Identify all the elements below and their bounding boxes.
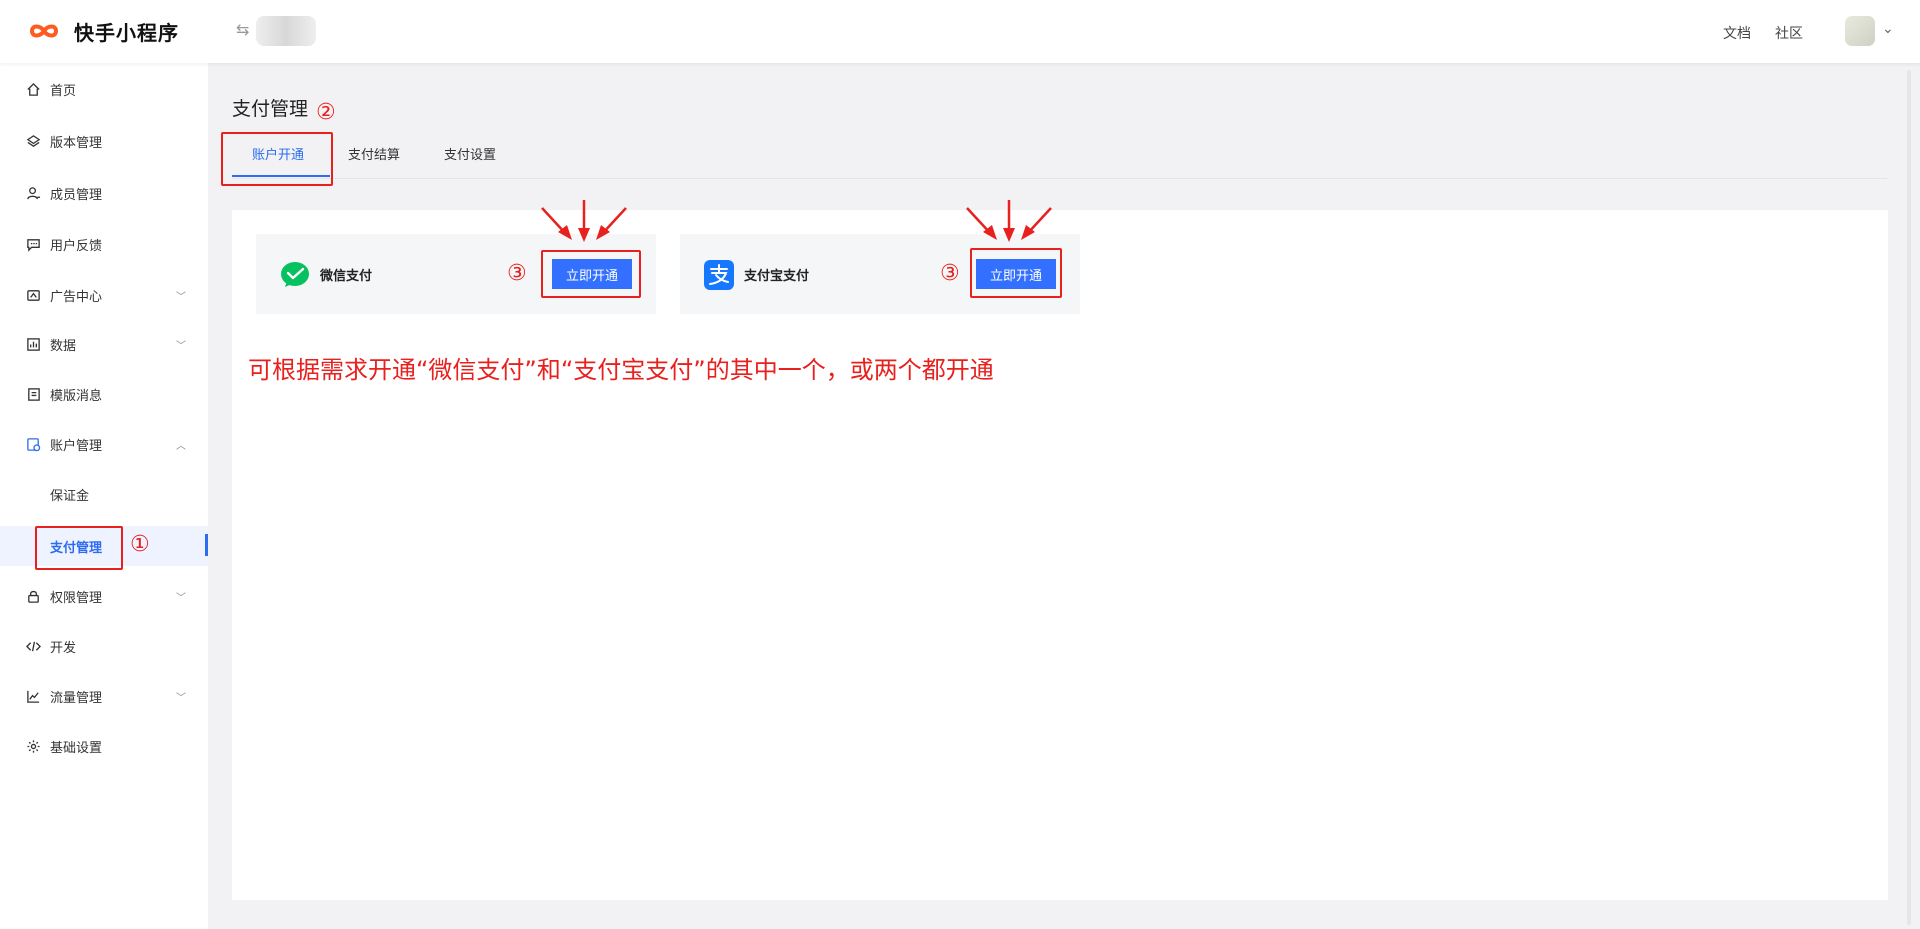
- layers-icon: [25, 133, 41, 149]
- user-icon: [25, 185, 41, 201]
- docs-link[interactable]: 文档: [1723, 23, 1751, 43]
- page-title: 支付管理: [232, 98, 309, 120]
- tab-settlement[interactable]: 支付结算: [348, 144, 400, 163]
- sidebar-item-permissions[interactable]: 权限管理 ﹀: [0, 576, 208, 616]
- payment-name: 微信支付: [320, 269, 373, 284]
- brand-name: 快手小程序: [74, 20, 179, 45]
- sidebar: 首页 版本管理 成员管理 用户反馈 广告中心 ﹀ 数据 ﹀ 模版消息 账户管理 …: [0, 63, 208, 929]
- trend-icon: [25, 688, 41, 704]
- sidebar-item-template[interactable]: 模版消息: [0, 374, 208, 414]
- sidebar-item-label: 流量管理: [50, 690, 103, 706]
- account-icon: [25, 436, 41, 452]
- sidebar-item-label: 保证金: [50, 488, 90, 504]
- chevron-down-icon: ﹀: [176, 340, 186, 352]
- sidebar-item-label: 首页: [50, 83, 77, 99]
- sidebar-item-label: 用户反馈: [50, 238, 103, 254]
- sidebar-item-home[interactable]: 首页: [0, 69, 208, 109]
- sidebar-item-label: 版本管理: [50, 135, 103, 151]
- top-header: 快手小程序 ⇆ 文档 社区 ⌄: [0, 0, 1920, 63]
- home-icon: [25, 81, 41, 97]
- annotation-box-alipay-button: [970, 248, 1062, 298]
- payment-name: 支付宝支付: [744, 269, 810, 284]
- sidebar-item-data[interactable]: 数据 ﹀: [0, 324, 208, 364]
- annotation-marker-2: ②: [316, 100, 336, 125]
- sidebar-item-label: 权限管理: [50, 590, 103, 606]
- sidebar-item-ads[interactable]: 广告中心 ﹀: [0, 275, 208, 315]
- app-avatar[interactable]: [256, 16, 316, 46]
- sidebar-item-members[interactable]: 成员管理: [0, 173, 208, 213]
- alipay-icon: [704, 260, 734, 290]
- chevron-down-icon: ﹀: [176, 592, 186, 604]
- annotation-box-wechat-button: [541, 250, 641, 298]
- annotation-arrows-alipay: [966, 200, 1052, 242]
- sidebar-item-account[interactable]: 账户管理 ︿: [0, 424, 208, 464]
- kuaishou-logo-icon: [30, 24, 58, 38]
- tab-payment-settings[interactable]: 支付设置: [444, 144, 496, 163]
- vertical-scrollbar[interactable]: [1907, 70, 1911, 925]
- wechat-pay-icon: [281, 262, 309, 287]
- chevron-down-icon[interactable]: ⌄: [1882, 21, 1894, 37]
- chevron-down-icon: ﹀: [176, 291, 186, 303]
- gear-icon: [25, 738, 41, 754]
- annotation-marker-3a: ③: [507, 261, 527, 286]
- sidebar-item-develop[interactable]: 开发: [0, 626, 208, 666]
- tab-bar: 账户开通 支付结算 支付设置: [232, 134, 1887, 179]
- sidebar-item-version[interactable]: 版本管理: [0, 121, 208, 161]
- sidebar-item-label: 广告中心: [50, 289, 103, 305]
- logo[interactable]: 快手小程序: [28, 16, 179, 46]
- sidebar-item-label: 基础设置: [50, 740, 103, 756]
- ad-icon: [25, 287, 41, 303]
- template-icon: [25, 386, 41, 402]
- annotation-note: 可根据需求开通“微信支付”和“支付宝支付”的其中一个，或两个都开通: [248, 356, 994, 384]
- annotation-box-sidebar: [35, 526, 123, 570]
- sidebar-item-label: 开发: [50, 640, 77, 656]
- sidebar-item-label: 数据: [50, 338, 77, 354]
- community-link[interactable]: 社区: [1775, 23, 1803, 43]
- code-icon: [25, 638, 41, 654]
- switch-app-icon[interactable]: ⇆: [236, 20, 249, 39]
- sidebar-item-traffic[interactable]: 流量管理 ﹀: [0, 676, 208, 716]
- chevron-up-icon: ︿: [176, 440, 186, 452]
- annotation-marker-1: ①: [130, 532, 150, 557]
- annotation-arrows-wechat: [541, 200, 627, 242]
- annotation-marker-3b: ③: [940, 261, 960, 286]
- sidebar-item-label: 模版消息: [50, 388, 103, 404]
- active-indicator: [205, 534, 208, 556]
- user-avatar[interactable]: [1845, 16, 1875, 46]
- sidebar-item-label: 成员管理: [50, 187, 103, 203]
- sidebar-item-deposit[interactable]: 保证金: [0, 474, 208, 514]
- chevron-down-icon: ﹀: [176, 692, 186, 704]
- sidebar-item-settings[interactable]: 基础设置: [0, 726, 208, 766]
- lock-icon: [25, 588, 41, 604]
- chart-icon: [25, 336, 41, 352]
- sidebar-item-label: 账户管理: [50, 438, 103, 454]
- message-icon: [25, 236, 41, 252]
- sidebar-item-feedback[interactable]: 用户反馈: [0, 224, 208, 264]
- annotation-box-tab: [221, 132, 333, 186]
